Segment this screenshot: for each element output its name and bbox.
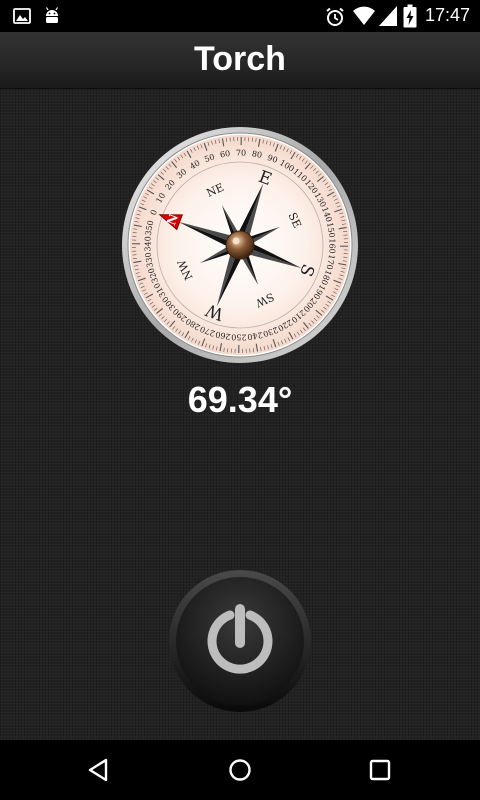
status-bar: 17:47: [0, 0, 480, 32]
home-icon[interactable]: [225, 755, 255, 785]
degree-label: 80: [251, 149, 263, 160]
back-icon[interactable]: [84, 755, 114, 785]
compass-dial: 01020304050 60 70 80 90 100110120130140150160…: [122, 127, 358, 363]
compass: 0 10 20 30 40 50 60 70 80 90 100 110 120 130 140 150 160…: [120, 125, 360, 365]
status-time: 17:47: [424, 5, 470, 25]
signal-icon: [378, 5, 398, 32]
degree-label: 70: [236, 148, 246, 157]
degree-label: 340: [143, 236, 152, 251]
degree-label: 60: [219, 149, 231, 160]
app-title-bar: Torch: [0, 32, 480, 89]
wifi-icon: [352, 5, 376, 32]
heading-readout: 69.34°: [187, 379, 293, 420]
degree-label: 250: [231, 332, 246, 341]
image-icon: [12, 6, 32, 31]
power-button[interactable]: [168, 569, 312, 713]
android-icon: [42, 6, 62, 31]
navigation-bar: [0, 740, 480, 800]
alarm-icon: [324, 6, 346, 33]
recents-icon[interactable]: [365, 755, 395, 785]
compass-hub: [225, 230, 255, 260]
main-content: 0 10 20 30 40 50 60 70 80 90 100 110 120 130 140 150 160…: [0, 89, 480, 740]
power-icon: [204, 605, 276, 677]
degree-label: 160: [327, 238, 336, 253]
battery-charging-icon: [403, 4, 417, 33]
app-title: Torch: [194, 40, 286, 78]
